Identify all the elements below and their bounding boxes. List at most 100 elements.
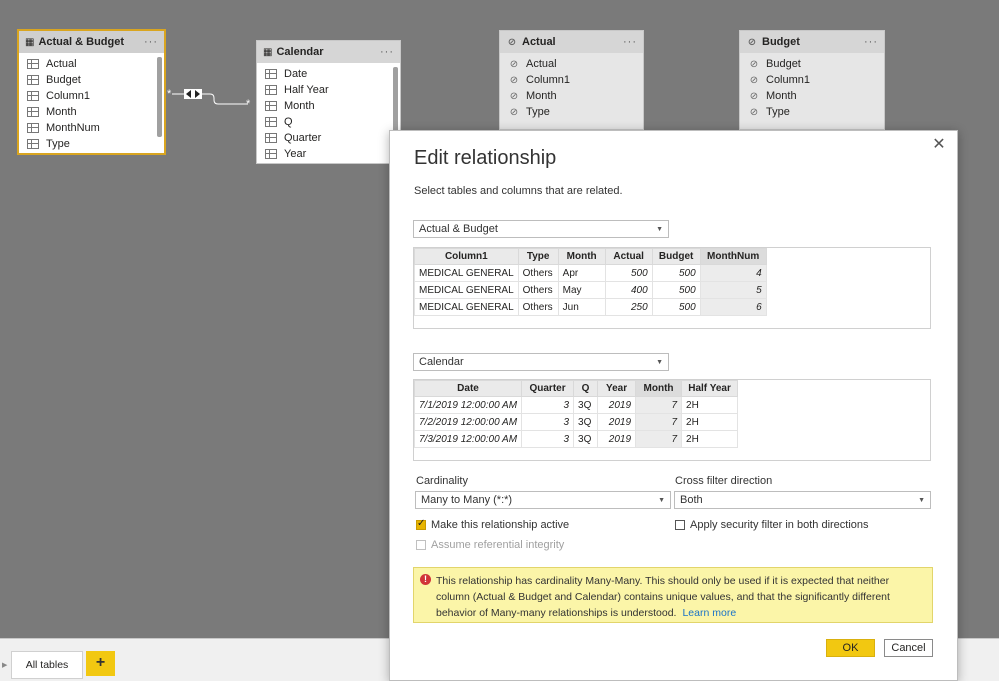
table2-preview: Date Quarter Q Year Month Half Year 7/1/… — [413, 379, 931, 461]
column-header[interactable]: Date — [413, 380, 523, 397]
table-cell: 2H — [681, 430, 739, 448]
table-cell: 2019 — [597, 430, 637, 448]
field-item[interactable]: Q — [257, 114, 400, 130]
column-header[interactable]: Q — [573, 380, 599, 397]
hidden-eye-icon: ⊘ — [509, 106, 519, 118]
table1-select[interactable]: Actual & Budget ▼ — [413, 220, 669, 238]
table-card-budget[interactable]: ⊘ Budget ··· ⊘ Budget ⊘ Column1 ⊘ Month ⊘ Ty… — [739, 30, 885, 130]
field-label: Date — [284, 68, 308, 80]
card-header[interactable]: ⊘ Actual ··· — [500, 31, 643, 53]
cancel-button[interactable]: Cancel — [884, 639, 933, 657]
field-item[interactable]: Half Year — [257, 82, 400, 98]
table-cell: Others — [517, 264, 559, 282]
table-cell: 5 — [699, 281, 767, 299]
scroll-left-icon[interactable]: ▶ — [2, 661, 7, 669]
hidden-eye-icon: ⊘ — [749, 58, 759, 70]
more-options-icon[interactable]: ··· — [380, 46, 394, 58]
table-cell: 400 — [604, 281, 653, 299]
table-cell: MEDICAL GENERAL — [414, 264, 519, 282]
field-item[interactable]: Date — [257, 66, 400, 82]
table-row: 7/1/2019 12:00:00 AM 3 3Q 2019 7 2H — [413, 396, 739, 414]
table-cell: 3 — [521, 413, 575, 431]
field-item[interactable]: Column1 — [19, 88, 164, 104]
chevron-down-icon: ▼ — [656, 225, 663, 233]
field-item[interactable]: Quarter — [257, 130, 400, 146]
field-item[interactable]: Year — [257, 146, 400, 162]
tab-all-tables[interactable]: All tables — [11, 651, 83, 679]
make-active-checkbox[interactable]: Make this relationship active — [416, 518, 569, 531]
hidden-eye-icon: ⊘ — [749, 106, 759, 118]
table-row: 7/3/2019 12:00:00 AM 3 3Q 2019 7 2H — [413, 430, 739, 448]
field-item[interactable]: Month — [19, 104, 164, 120]
column-header[interactable]: Budget — [651, 248, 701, 265]
field-item[interactable]: ⊘ Month — [740, 88, 884, 104]
table-cell: 7/3/2019 12:00:00 AM — [413, 430, 523, 448]
column-header[interactable]: Month — [557, 248, 606, 265]
card-title: Calendar — [276, 46, 324, 58]
card-header[interactable]: ▦ Actual & Budget ··· — [19, 31, 164, 53]
table-icon: ▦ — [263, 46, 273, 58]
table-card-actual-budget[interactable]: ▦ Actual & Budget ··· Actual Budget Colu… — [17, 29, 166, 155]
more-options-icon[interactable]: ··· — [144, 36, 158, 48]
field-item[interactable]: ⊘ Actual — [500, 56, 643, 72]
table-cell: 2H — [681, 396, 739, 414]
card-header[interactable]: ⊘ Budget ··· — [740, 31, 884, 53]
field-item[interactable]: MonthNum — [19, 120, 164, 136]
add-layout-button[interactable]: + — [86, 651, 115, 676]
column-header[interactable]: Quarter — [521, 380, 575, 397]
table-cell: 500 — [651, 298, 701, 316]
table2-select[interactable]: Calendar ▼ — [413, 353, 669, 371]
cardinality-select[interactable]: Many to Many (*:*) ▼ — [415, 491, 671, 509]
card-title: Actual — [522, 36, 556, 48]
column-header[interactable]: Type — [517, 248, 559, 265]
column-icon — [265, 149, 277, 159]
checkbox-checked-icon[interactable] — [416, 518, 426, 530]
field-item[interactable]: Actual — [19, 56, 164, 72]
table-row: 7/2/2019 12:00:00 AM 3 3Q 2019 7 2H — [413, 413, 739, 431]
table-cell: 7 — [635, 396, 683, 414]
checkbox-icon[interactable] — [675, 520, 685, 530]
hidden-eye-icon: ⊘ — [509, 58, 519, 70]
column-header[interactable]: MonthNum — [699, 248, 767, 265]
table-card-actual[interactable]: ⊘ Actual ··· ⊘ Actual ⊘ Column1 ⊘ Month ⊘ Ty… — [499, 30, 644, 130]
learn-more-link[interactable]: Learn more — [682, 607, 736, 619]
security-filter-checkbox[interactable]: Apply security filter in both directions — [675, 519, 869, 531]
column-header[interactable]: Column1 — [414, 248, 519, 265]
field-item[interactable]: ⊘ Type — [500, 104, 643, 120]
cross-filter-select[interactable]: Both ▼ — [674, 491, 931, 509]
field-item[interactable]: ⊘ Month — [500, 88, 643, 104]
card-scrollbar[interactable] — [157, 57, 162, 137]
chevron-down-icon: ▼ — [658, 496, 665, 504]
ok-button[interactable]: OK — [826, 639, 875, 657]
close-icon[interactable]: ✕ — [929, 135, 949, 155]
table-cell: 7 — [635, 413, 683, 431]
field-item[interactable]: Type — [19, 136, 164, 152]
field-item[interactable]: Month — [257, 98, 400, 114]
more-options-icon[interactable]: ··· — [864, 36, 878, 48]
field-item[interactable]: ⊘ Budget — [740, 56, 884, 72]
table-cell: 3Q — [573, 413, 599, 431]
field-item[interactable]: ⊘ Type — [740, 104, 884, 120]
field-item[interactable]: Budget — [19, 72, 164, 88]
referential-integrity-checkbox: Assume referential integrity — [416, 539, 564, 551]
table-cell: 500 — [651, 264, 701, 282]
card-title: Budget — [762, 36, 800, 48]
column-header[interactable]: Half Year — [681, 380, 739, 397]
field-label: MonthNum — [46, 122, 100, 134]
card-header[interactable]: ▦ Calendar ··· — [257, 41, 400, 63]
chevron-down-icon: ▼ — [918, 496, 925, 504]
column-icon — [265, 101, 277, 111]
table-card-calendar[interactable]: ▦ Calendar ··· Date Half Year Month Q Qu… — [256, 40, 401, 164]
field-label: Q — [284, 116, 293, 128]
hidden-eye-icon: ⊘ — [507, 36, 517, 48]
card-title: Actual & Budget — [38, 36, 125, 48]
table-icon: ▦ — [25, 36, 35, 48]
column-header[interactable]: Actual — [604, 248, 653, 265]
table-header-row: Date Quarter Q Year Month Half Year — [413, 380, 739, 397]
table-cell: 4 — [699, 264, 767, 282]
field-item[interactable]: ⊘ Column1 — [500, 72, 643, 88]
column-header[interactable]: Year — [597, 380, 637, 397]
column-header[interactable]: Month — [635, 380, 683, 397]
more-options-icon[interactable]: ··· — [623, 36, 637, 48]
field-item[interactable]: ⊘ Column1 — [740, 72, 884, 88]
